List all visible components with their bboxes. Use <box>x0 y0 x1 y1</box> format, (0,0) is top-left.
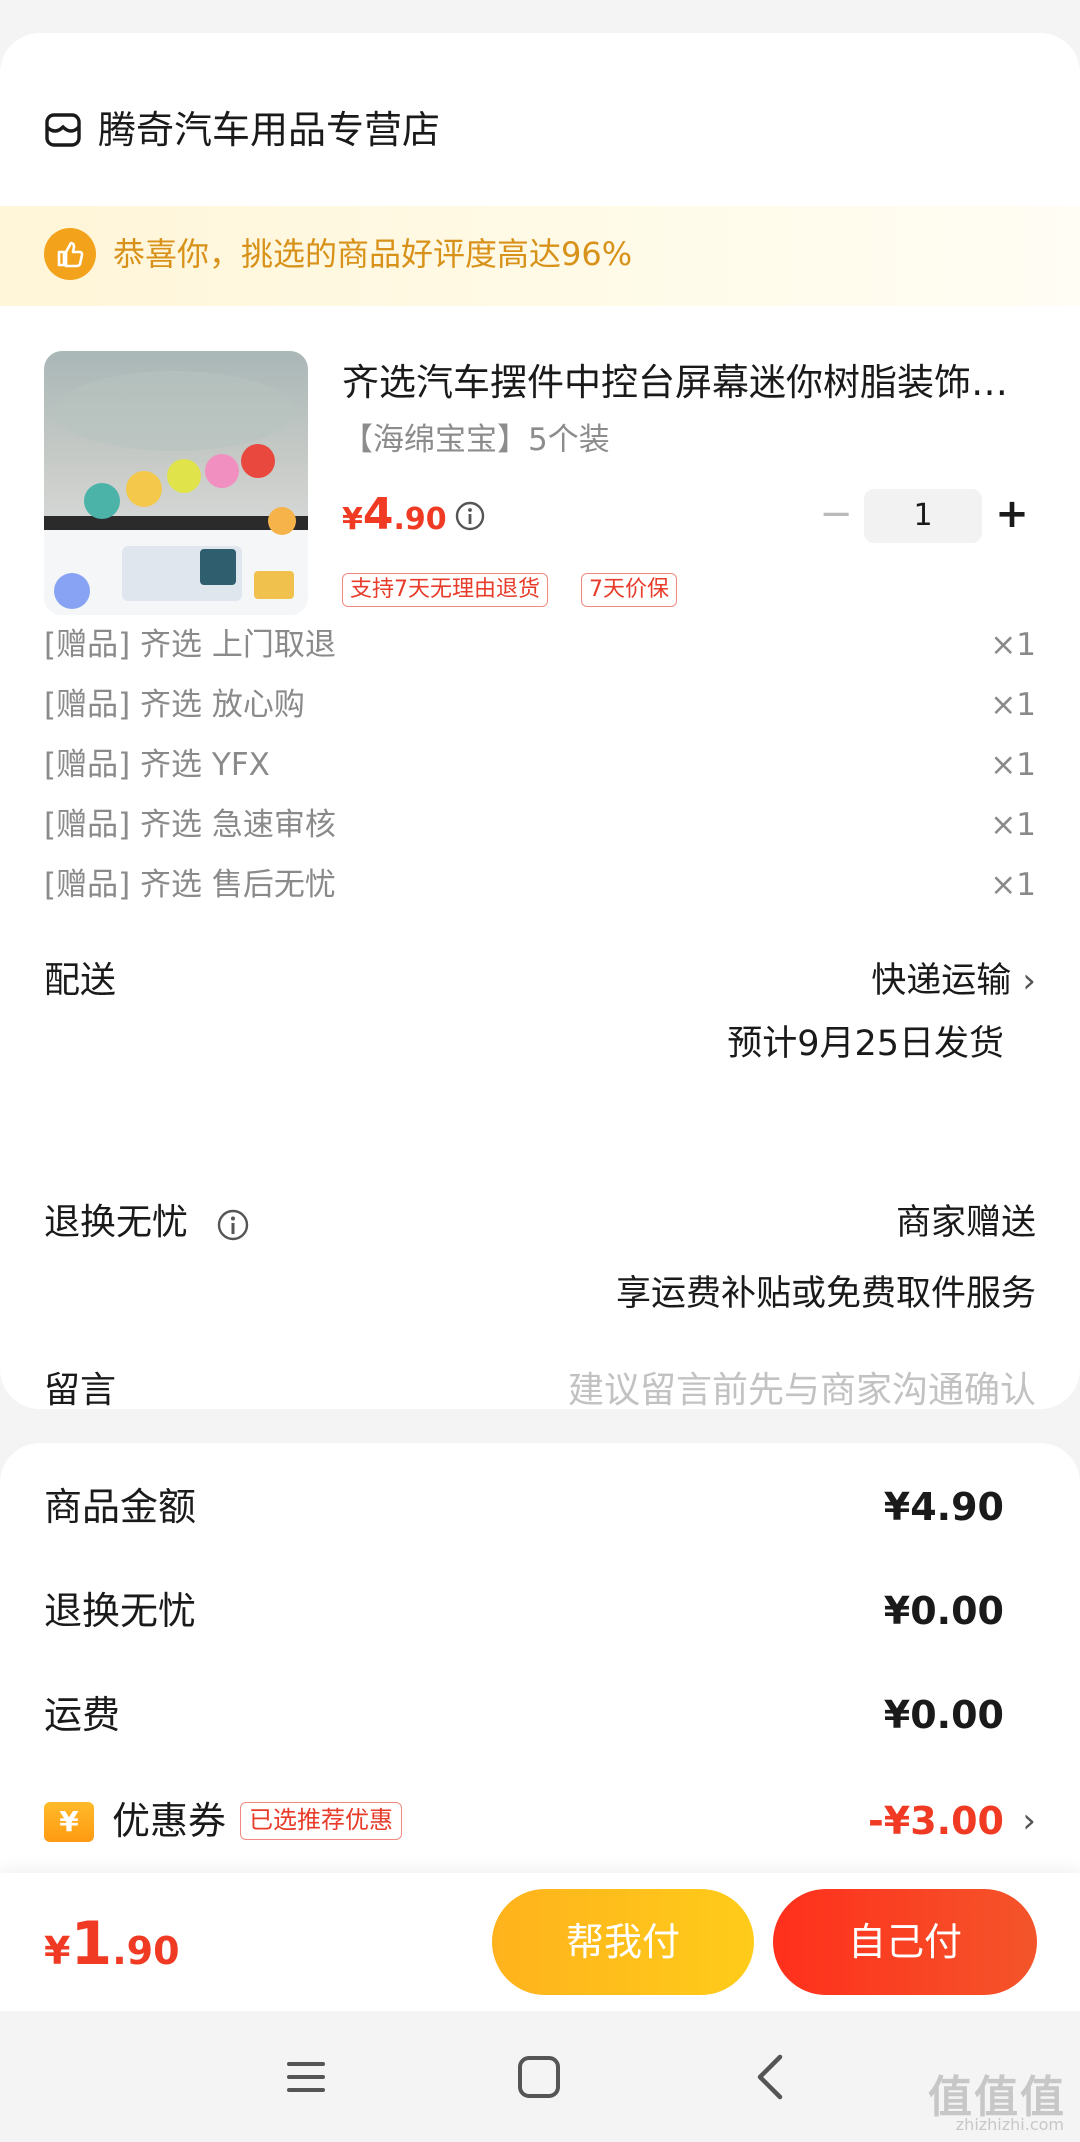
gift-quantity: ×1 <box>990 627 1036 663</box>
total-decimal: .90 <box>112 1929 180 1973</box>
product-image[interactable] <box>44 351 308 615</box>
gift-label: [赠品] 齐选 急速审核 <box>44 807 336 843</box>
coupon-value[interactable]: -¥3.00 <box>868 1793 1004 1849</box>
checkout-bar: ¥ 1 .90 帮我付 自己付 <box>0 1873 1080 2011</box>
pay-myself-button[interactable]: 自己付 <box>773 1889 1037 1995</box>
gift-quantity: ×1 <box>990 747 1036 783</box>
goods-amount-value: ¥4.90 <box>883 1485 1004 1529</box>
gift-quantity: ×1 <box>990 807 1036 843</box>
product-title[interactable]: 齐选汽车摆件中控台屏幕迷你树脂装饰… <box>342 355 1032 411</box>
praise-text: 恭喜你，挑选的商品好评度高达96% <box>113 235 633 273</box>
gift-item: [赠品] 齐选 放心购 ×1 <box>44 675 1036 735</box>
price-integer: 4 <box>362 489 394 540</box>
return-service-label: 退换无忧 <box>44 1202 189 1243</box>
store-icon <box>45 113 81 147</box>
return-service-desc: 享运费补贴或免费取件服务 <box>615 1274 1036 1314</box>
gift-item: [赠品] 齐选 急速审核 ×1 <box>44 795 1036 855</box>
chevron-right-icon: › <box>1022 961 1036 1001</box>
order-card: 腾奇汽车用品专营店 恭喜你，挑选的商品好评度高达96% 齐选汽车摆件中控台屏幕迷… <box>0 33 1080 1411</box>
watermark-url: zhizhizhi.com <box>955 2115 1064 2134</box>
goods-amount-label: 商品金额 <box>44 1485 197 1529</box>
gift-label: [赠品] 齐选 放心购 <box>44 687 305 723</box>
return-policy-tag: 支持7天无理由退货 <box>342 573 548 607</box>
message-label: 留言 <box>44 1370 117 1411</box>
price-decimal: .90 <box>393 502 447 537</box>
shipping-fee-label: 运费 <box>44 1693 121 1737</box>
back-icon[interactable] <box>744 2049 800 2105</box>
coupon-recommend-tag: 已选推荐优惠 <box>240 1802 402 1840</box>
gift-label: [赠品] 齐选 售后无忧 <box>44 867 336 903</box>
delivery-estimate: 预计9月25日发货 <box>727 1024 1004 1064</box>
message-input[interactable]: 建议留言前先与商家沟通确认 <box>568 1363 1036 1419</box>
chevron-right-icon[interactable]: › <box>1022 1793 1036 1849</box>
shipping-fee-value: ¥0.00 <box>883 1693 1004 1737</box>
delivery-method-text: 快递运输 <box>871 961 1012 1001</box>
product-spec[interactable]: 【海绵宝宝】5个装 <box>342 415 610 465</box>
product-price: ¥ 4 .90 <box>342 489 447 545</box>
store-name[interactable]: 腾奇汽车用品专营店 <box>98 103 440 157</box>
gift-label: [赠品] 齐选 YFX <box>44 747 270 783</box>
menu-icon[interactable] <box>278 2049 334 2105</box>
praise-banner: 恭喜你，挑选的商品好评度高达96% <box>0 206 1080 306</box>
return-service-value: 商家赠送 <box>895 1203 1036 1243</box>
gift-item: [赠品] 齐选 上门取退 ×1 <box>44 615 1036 675</box>
coupon-icon: ¥ <box>44 1802 94 1842</box>
return-service-info-icon[interactable] <box>215 1207 251 1243</box>
price-info-icon[interactable] <box>454 500 486 532</box>
total-price: ¥ 1 .90 <box>44 1909 180 1979</box>
price-symbol: ¥ <box>342 502 363 537</box>
price-protect-tag: 7天价保 <box>581 573 677 607</box>
system-nav-bar: 值值值 zhizhizhi.com <box>0 2011 1080 2142</box>
delivery-method[interactable]: 快递运输 › <box>871 953 1036 1009</box>
quantity-decrease-button[interactable]: − <box>818 494 854 536</box>
gift-label: [赠品] 齐选 上门取退 <box>44 627 336 663</box>
quantity-increase-button[interactable]: + <box>994 492 1030 538</box>
gift-quantity: ×1 <box>990 687 1036 723</box>
gift-quantity: ×1 <box>990 867 1036 903</box>
total-symbol: ¥ <box>44 1929 71 1973</box>
gift-item: [赠品] 齐选 YFX ×1 <box>44 735 1036 795</box>
help-me-pay-button[interactable]: 帮我付 <box>492 1889 754 1995</box>
return-fee-value: ¥0.00 <box>883 1589 1004 1633</box>
total-integer: 1 <box>70 1909 113 1979</box>
gift-item: [赠品] 齐选 售后无忧 ×1 <box>44 855 1036 915</box>
delivery-label: 配送 <box>44 960 117 1001</box>
thumbs-up-icon <box>44 228 96 280</box>
home-icon[interactable] <box>511 2049 567 2105</box>
quantity-input[interactable]: 1 <box>864 489 982 543</box>
return-fee-label: 退换无忧 <box>44 1589 197 1633</box>
coupon-label: 优惠券 <box>112 1799 227 1843</box>
